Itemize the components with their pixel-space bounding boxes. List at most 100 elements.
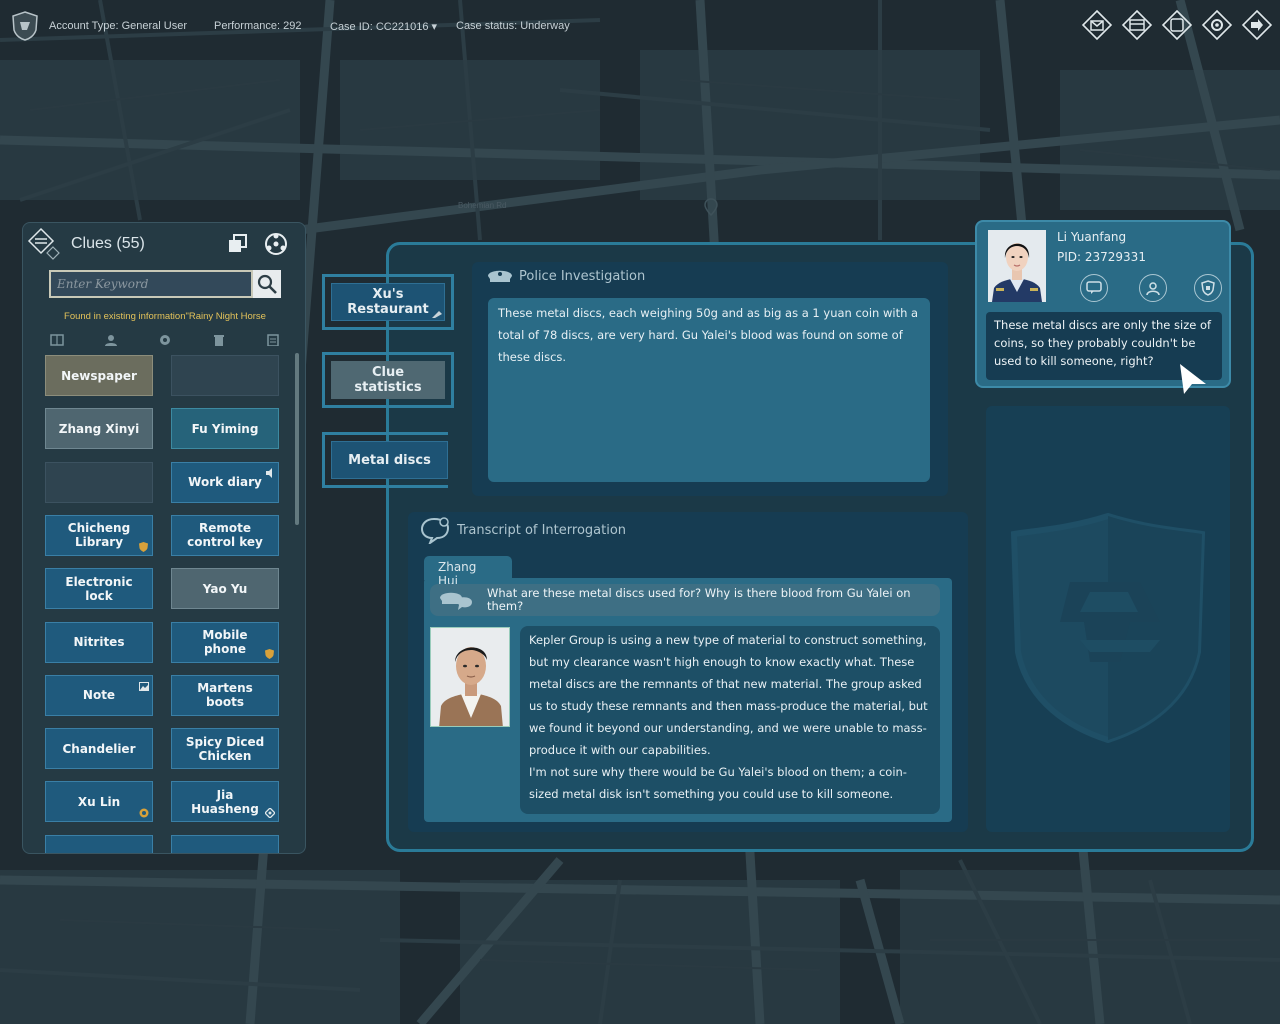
suspect-answer: Kepler Group is using a new type of mate…: [520, 626, 940, 814]
account-type-label: Account Type: General User: [49, 20, 187, 32]
clues-title: Clues (55): [71, 235, 145, 252]
star-icon: [139, 807, 149, 818]
map-street-label: Bohemian Rd: [458, 201, 507, 210]
clue-item-nitrites[interactable]: Nitrites: [45, 621, 153, 663]
clue-item-electronic-lock[interactable]: Electronic lock: [45, 568, 153, 610]
clues-badge-icon: [27, 227, 60, 260]
clue-item-empty-1: [171, 355, 279, 396]
filter-document[interactable]: [47, 331, 67, 349]
found-in-existing-note: Found in existing information"Rainy Nigh…: [64, 311, 266, 322]
filter-location[interactable]: [155, 331, 175, 349]
officer-portrait-image: [988, 230, 1046, 302]
filter-clipboard[interactable]: [263, 331, 283, 349]
chat-icon: [1086, 281, 1102, 294]
case-file-icon: [1121, 9, 1153, 41]
settings-button[interactable]: [1200, 8, 1234, 42]
clue-item-work-diary[interactable]: Work diary: [171, 461, 279, 503]
clue-item-mobile-phone[interactable]: Mobile phone: [171, 621, 279, 663]
clue-search-input[interactable]: [49, 270, 253, 298]
exit-button[interactable]: [1240, 8, 1274, 42]
interrogation-question-text: What are these metal discs used for? Why…: [487, 586, 911, 613]
map-pin-icon: [704, 198, 718, 216]
document-icon: [50, 334, 64, 346]
diamond-icon: [264, 807, 276, 820]
clue-item-zhang-xinyi[interactable]: Zhang Xinyi: [45, 408, 153, 450]
clue-item-label: Martens boots: [197, 681, 253, 710]
police-investigation-title: Police Investigation: [519, 269, 646, 284]
suspect-answer-paragraph-2: I'm not sure why there would be Gu Yalei…: [529, 765, 907, 801]
clue-item-chicheng-library[interactable]: Chicheng Library: [45, 514, 153, 556]
clue-item-label: Note: [82, 688, 116, 703]
performance-label: Performance: 292: [214, 20, 302, 32]
clue-item-xu-lin[interactable]: Xu Lin: [45, 781, 153, 823]
tablet-icon: [1161, 9, 1193, 41]
clue-list-scrollbar[interactable]: [295, 353, 299, 525]
filter-person[interactable]: [101, 331, 121, 349]
person-profile-icon: [1146, 282, 1160, 296]
clue-item-label: Electronic lock: [65, 574, 133, 603]
trash-icon: [214, 335, 224, 346]
tab-metal-discs[interactable]: Metal discs: [322, 432, 448, 488]
shield-icon: [1201, 280, 1215, 296]
speaker-tab-zhang-hui[interactable]: Zhang Hui: [424, 556, 512, 588]
clue-item-label: Yao Yu: [202, 581, 248, 596]
interrogation-question[interactable]: What are these metal discs used for? Why…: [430, 584, 940, 616]
clue-item-remote-control-key[interactable]: Remote control key: [171, 514, 279, 556]
officer-pid: PID: 23729331: [1057, 250, 1146, 264]
shield-icon: [265, 648, 274, 659]
transcript-title: Transcript of Interrogation: [457, 523, 627, 538]
clue-filter-bar: [47, 331, 283, 349]
officer-badge-button[interactable]: [1194, 274, 1222, 302]
clue-item-spicy-diced-chicken[interactable]: Spicy Diced Chicken: [171, 728, 279, 770]
case-status-label: Case status: Underway: [456, 20, 570, 32]
police-investigation-text: These metal discs, each weighing 50g and…: [488, 298, 930, 482]
clues-copy-button[interactable]: [223, 229, 253, 259]
clue-item-fu-yiming[interactable]: Fu Yiming: [171, 408, 279, 450]
person-icon: [105, 335, 117, 346]
tab-clue-statistics[interactable]: Clue statistics: [322, 352, 454, 408]
location-icon: [160, 335, 170, 345]
officer-chat-button[interactable]: [1080, 274, 1108, 302]
clue-item-label: Zhang Xinyi: [58, 421, 140, 436]
clue-item-martens-boots[interactable]: Martens boots: [171, 674, 279, 716]
copy-icon: [229, 234, 247, 252]
clues-panel: Clues (55) Found in exis: [22, 222, 306, 854]
clue-item-label: Work diary: [188, 475, 262, 490]
clue-item-label: Jia Huasheng: [191, 787, 259, 816]
police-emblem-watermark-icon: [1010, 512, 1206, 744]
case-file-button[interactable]: [1120, 8, 1154, 42]
officer-profile-button[interactable]: [1139, 274, 1167, 302]
officer-question-icon: [440, 592, 472, 610]
mail-button[interactable]: [1080, 8, 1114, 42]
image-icon: [139, 680, 149, 691]
clue-item-label: Chicheng Library: [67, 521, 131, 550]
clue-item-chandelier[interactable]: Chandelier: [45, 728, 153, 770]
police-cap-icon: [488, 270, 512, 282]
suspect-answer-paragraph-1: Kepler Group is using a new type of mate…: [529, 633, 928, 757]
mail-icon: [1081, 9, 1113, 41]
clue-item-note[interactable]: Note: [45, 674, 153, 716]
next-dialogue-arrow-icon[interactable]: [1178, 362, 1208, 396]
tab-clue-statistics-label: Clue statistics: [331, 361, 445, 399]
clue-item-yao-yu[interactable]: Yao Yu: [171, 568, 279, 610]
officer-name: Li Yuanfang: [1057, 230, 1127, 244]
clue-item-label: Newspaper: [61, 368, 137, 383]
case-id-dropdown[interactable]: Case ID: CC221016 ▾: [330, 20, 437, 33]
clue-item-partial[interactable]: [171, 834, 279, 853]
officer-portrait: [988, 230, 1046, 302]
settings-icon: [1201, 9, 1233, 41]
clues-network-button[interactable]: [261, 229, 291, 259]
clue-search-button[interactable]: [253, 270, 281, 298]
clue-item-empty-4: [45, 461, 153, 503]
clue-item-newspaper[interactable]: Newspaper: [45, 355, 153, 396]
tablet-button[interactable]: [1160, 8, 1194, 42]
filter-trash[interactable]: [209, 331, 229, 349]
clue-item-label: Spicy Diced Chicken: [185, 734, 265, 763]
suspect-portrait-image: [431, 628, 509, 726]
clues-count: (55): [116, 235, 145, 252]
clue-search: [49, 270, 281, 298]
tag-icon: [432, 311, 442, 318]
tab-xus-restaurant[interactable]: Xu's Restaurant: [322, 274, 454, 330]
clue-item-partial[interactable]: [45, 834, 153, 853]
clue-item-jia-huasheng[interactable]: Jia Huasheng: [171, 781, 279, 823]
